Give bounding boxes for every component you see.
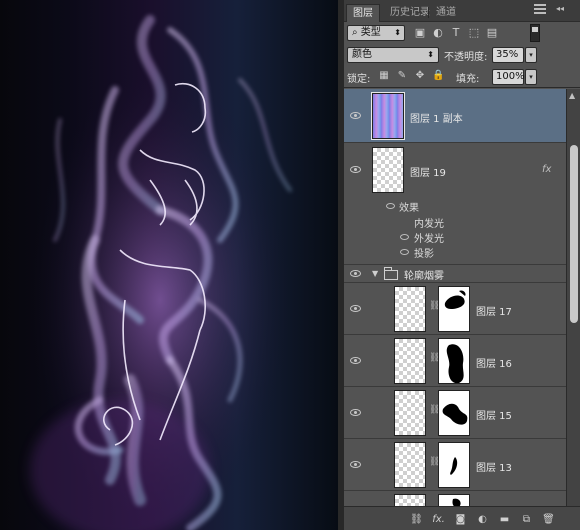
visibility-eye-icon[interactable] <box>350 305 361 312</box>
effect-drop-shadow[interactable]: 投影 <box>414 245 434 260</box>
smoke-artwork <box>30 15 292 530</box>
visibility-eye-icon[interactable] <box>350 112 361 119</box>
effect-visibility-eye-icon[interactable] <box>400 249 409 255</box>
link-icon[interactable]: ⛓ <box>410 513 423 526</box>
lock-label: 锁定: <box>347 74 371 85</box>
tab-separator <box>428 7 429 18</box>
layers-bottom-toolbar: ⛓ fx. ◙ ◐ ▬ ⧉ 🗑 <box>344 506 580 530</box>
layer-thumbnail <box>394 390 426 436</box>
smart-object-icon[interactable]: ▤ <box>486 27 498 39</box>
effects-title: 效果 <box>399 203 419 214</box>
search-icon: ⌕ <box>352 27 361 38</box>
blend-row: 颜色 ⬍ 不透明度: 35% ▾ <box>344 44 580 66</box>
layer-name[interactable]: 图层 13 <box>476 459 512 474</box>
panel-tabbar: 图层 历史记录 通道 ◂◂ <box>344 0 580 22</box>
group-name[interactable]: 轮廓烟雾 <box>404 267 444 282</box>
image-icon[interactable]: ▣ <box>414 27 426 39</box>
layer-row[interactable] <box>344 491 566 506</box>
fill-label: 填充: <box>456 74 480 85</box>
filter-toggle[interactable] <box>530 24 540 42</box>
visibility-eye-icon[interactable] <box>350 409 361 416</box>
chevron-down-icon: ⬍ <box>427 50 434 59</box>
layer-thumbnail <box>394 338 426 384</box>
folder-icon <box>384 267 398 280</box>
layer-thumbnail <box>372 147 404 193</box>
filter-row: ⌕ 类型 ⬍ ▣ ◐ T ⬚ ▤ <box>344 22 580 44</box>
lock-pixels-icon[interactable]: ✎ <box>396 70 408 82</box>
layer-mask-thumbnail[interactable] <box>438 286 470 332</box>
adjustment-layer-icon[interactable]: ◐ <box>476 513 489 526</box>
scroll-up-arrow-icon[interactable]: ▲ <box>569 91 575 100</box>
blend-mode-value: 颜色 <box>352 49 372 60</box>
filter-kind-label: 类型 <box>360 27 381 38</box>
layer-mask-thumbnail[interactable] <box>438 494 470 506</box>
layer-group-row[interactable]: ▼ 轮廓烟雾 <box>344 265 566 283</box>
layer-mask-thumbnail[interactable] <box>438 442 470 488</box>
layer-row[interactable]: ⛓ 图层 13 <box>344 439 566 491</box>
mask-icon[interactable]: ◙ <box>454 513 467 526</box>
layer-name[interactable]: 图层 15 <box>476 407 512 422</box>
opacity-label: 不透明度: <box>444 52 488 63</box>
expand-triangle-icon[interactable]: ▼ <box>372 269 378 278</box>
fill-slider-button[interactable]: ▾ <box>525 69 537 85</box>
layer-mask-thumbnail[interactable] <box>438 338 470 384</box>
visibility-eye-icon[interactable] <box>350 166 361 173</box>
visibility-eye-icon[interactable] <box>350 357 361 364</box>
chevron-down-icon: ⬍ <box>394 28 401 37</box>
text-icon[interactable]: T <box>450 27 462 39</box>
effects-visibility-eye-icon[interactable] <box>386 203 395 209</box>
opacity-slider-button[interactable]: ▾ <box>525 47 537 63</box>
layer-thumbnail <box>394 286 426 332</box>
layer-row[interactable]: ⛓ 图层 16 <box>344 335 566 387</box>
shape-icon[interactable]: ⬚ <box>468 27 480 39</box>
layers-list: 图层 1 副本 图层 19 fx 效果 内发光 外发光 投影 ▼ 轮廓烟雾 ⛓ … <box>344 89 566 506</box>
layer-row[interactable]: ⛓ 图层 17 <box>344 283 566 335</box>
layers-panel: 图层 历史记录 通道 ◂◂ ⌕ 类型 ⬍ ▣ ◐ T ⬚ ▤ 颜色 ⬍ 不透明度… <box>344 0 580 530</box>
effect-visibility-eye-icon[interactable] <box>400 234 409 240</box>
lock-row: 锁定: ▦ ✎ ✥ 🔒 填充: 100% ▾ <box>344 66 580 88</box>
collapse-icon[interactable]: ◂◂ <box>556 4 564 13</box>
tab-channels[interactable]: 通道 <box>430 4 462 22</box>
effect-outer-glow[interactable]: 外发光 <box>414 230 444 245</box>
adjustment-icon[interactable]: ◐ <box>432 27 444 39</box>
layer-row[interactable]: ⛓ 图层 15 <box>344 387 566 439</box>
fill-input[interactable]: 100% <box>492 69 525 85</box>
tab-layers[interactable]: 图层 <box>346 4 380 22</box>
fx-icon[interactable]: fx. <box>432 513 445 526</box>
trash-icon[interactable]: 🗑 <box>542 513 555 526</box>
layer-name[interactable]: 图层 17 <box>476 303 512 318</box>
new-layer-icon[interactable]: ⧉ <box>520 513 533 526</box>
layer-name[interactable]: 图层 16 <box>476 355 512 370</box>
layer-name[interactable]: 图层 1 副本 <box>410 110 463 125</box>
lock-all-icon[interactable]: 🔒 <box>432 70 444 82</box>
lock-transparency-icon[interactable]: ▦ <box>378 70 390 82</box>
panel-menu-icon[interactable] <box>534 4 546 16</box>
effect-inner-glow[interactable]: 内发光 <box>414 215 444 230</box>
layer-thumbnail <box>394 494 426 506</box>
fx-badge[interactable]: fx <box>542 164 551 175</box>
layer-mask-thumbnail[interactable] <box>438 390 470 436</box>
layers-scrollbar[interactable]: ▲ <box>566 89 580 506</box>
layer-row[interactable]: 图层 1 副本 <box>344 89 566 143</box>
blend-mode-select[interactable]: 颜色 ⬍ <box>347 47 439 63</box>
group-icon[interactable]: ▬ <box>498 513 511 526</box>
visibility-eye-icon[interactable] <box>350 270 361 277</box>
scrollbar-thumb[interactable] <box>570 145 578 323</box>
layer-name[interactable]: 图层 19 <box>410 164 446 179</box>
opacity-input[interactable]: 35% <box>492 47 524 63</box>
layer-row[interactable]: 图层 19 fx 效果 内发光 外发光 投影 <box>344 143 566 265</box>
visibility-eye-icon[interactable] <box>350 461 361 468</box>
lock-position-icon[interactable]: ✥ <box>414 70 426 82</box>
document-canvas[interactable] <box>0 0 338 530</box>
layer-thumbnail <box>394 442 426 488</box>
filter-kind-select[interactable]: ⌕ 类型 ⬍ <box>347 25 405 41</box>
layer-thumbnail <box>371 92 405 140</box>
